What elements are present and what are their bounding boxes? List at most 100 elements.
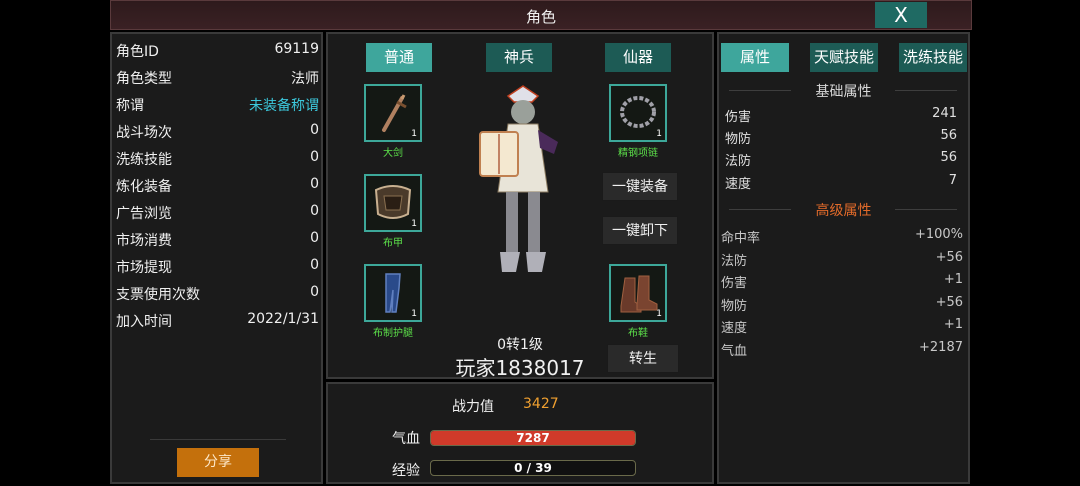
rebirth-button[interactable]: 转生	[607, 344, 679, 373]
equip-all-button[interactable]: 一键装备	[602, 172, 678, 201]
boots-slot[interactable]: 1	[609, 264, 667, 322]
attribute-key: 命中率	[721, 231, 761, 246]
attribute-key: 速度	[721, 321, 748, 336]
profile-panel: 角色ID 69119 角色类型 法师 称谓 未装备称谓 战斗场次 0 洗练技能 0 炼化装…	[110, 32, 323, 484]
attribute-row: 速度 +1	[721, 315, 963, 336]
profile-key: 市场提现	[116, 260, 172, 276]
close-button[interactable]: X	[875, 2, 927, 28]
equipment-panel: 普通 神兵 仙器 1 大剑 1 布甲 1 布制护腿 1 精钢项链 一键装备 一键…	[326, 32, 714, 380]
attribute-row: 法防 +56	[721, 248, 963, 269]
profile-row: 支票使用次数 0	[116, 281, 319, 303]
profile-key: 支票使用次数	[116, 287, 200, 303]
divider	[895, 90, 957, 91]
hp-value: 7287	[516, 431, 550, 445]
item-count: 1	[411, 309, 417, 319]
attribute-value: +100%	[914, 227, 963, 242]
unequip-all-button[interactable]: 一键卸下	[602, 216, 678, 245]
divider	[895, 209, 957, 210]
profile-row: 角色类型 法师	[116, 65, 319, 87]
attributes-panel: 属性 天赋技能 洗练技能 基础属性 伤害 241 物防 56 法防 56 速度 7 高级…	[717, 32, 970, 484]
weapon-slot[interactable]: 1	[364, 84, 422, 142]
tab-talent-skills[interactable]: 天赋技能	[810, 43, 878, 72]
attribute-key: 伤害	[725, 110, 752, 125]
item-count: 1	[656, 129, 662, 139]
exp-label: 经验	[392, 463, 420, 479]
attribute-value: +2187	[919, 340, 963, 355]
attribute-row: 物防 56	[725, 126, 957, 147]
profile-key: 称谓	[116, 98, 144, 114]
attribute-row: 气血 +2187	[721, 338, 963, 359]
attribute-value: 7	[948, 173, 957, 188]
attribute-row: 命中率 +100%	[721, 225, 963, 246]
profile-key: 炼化装备	[116, 179, 172, 195]
profile-value: 0	[310, 257, 319, 273]
attribute-row: 伤害 +1	[721, 270, 963, 291]
profile-key: 角色ID	[116, 44, 159, 60]
tab-attributes[interactable]: 属性	[721, 43, 789, 72]
advanced-attributes-title: 高级属性	[815, 203, 872, 219]
attribute-row: 物防 +56	[721, 293, 963, 314]
attribute-key: 法防	[721, 254, 748, 269]
profile-value: 0	[310, 230, 319, 246]
slot-label: 布甲	[383, 238, 403, 249]
profile-value: 0	[310, 176, 319, 192]
profile-key: 市场消费	[116, 233, 172, 249]
profile-key: 战斗场次	[116, 125, 172, 141]
attribute-value: +56	[935, 295, 963, 310]
share-button[interactable]: 分享	[177, 448, 259, 477]
exp-value: 0 / 39	[514, 461, 552, 475]
profile-row: 炼化装备 0	[116, 173, 319, 195]
item-count: 1	[411, 129, 417, 139]
attribute-value: 56	[940, 128, 957, 143]
title-bar: 角色 X	[110, 0, 972, 30]
profile-value: 2022/1/31	[247, 311, 319, 327]
attribute-value: 241	[932, 106, 957, 121]
attribute-key: 物防	[721, 299, 748, 314]
profile-value: 0	[310, 284, 319, 300]
leggings-slot[interactable]: 1	[364, 264, 422, 322]
profile-row: 称谓 未装备称谓	[116, 92, 319, 114]
profile-key: 加入时间	[116, 314, 172, 330]
profile-row: 加入时间 2022/1/31	[116, 308, 319, 330]
power-label: 战力值	[452, 399, 494, 415]
attribute-key: 物防	[725, 132, 752, 147]
power-value: 3427	[523, 396, 559, 412]
hp-bar: 7287	[430, 430, 636, 446]
attribute-value: +56	[935, 250, 963, 265]
tab-refine-skills[interactable]: 洗练技能	[899, 43, 967, 72]
window-title: 角色	[525, 8, 556, 26]
item-count: 1	[411, 219, 417, 229]
attribute-key: 气血	[721, 344, 748, 359]
profile-row: 洗练技能 0	[116, 146, 319, 168]
slot-label: 精钢项链	[618, 148, 658, 159]
title-link[interactable]: 未装备称谓	[249, 95, 319, 115]
hp-label: 气血	[392, 431, 420, 447]
profile-value: 法师	[291, 71, 319, 87]
profile-value: 0	[310, 203, 319, 219]
character-figure	[479, 85, 558, 272]
profile-row: 战斗场次 0	[116, 119, 319, 141]
attribute-row: 法防 56	[725, 148, 957, 169]
tab-divine-weapon[interactable]: 神兵	[486, 43, 552, 72]
slot-label: 布鞋	[628, 328, 648, 339]
attribute-key: 伤害	[721, 276, 748, 291]
profile-key: 角色类型	[116, 71, 172, 87]
profile-row: 市场提现 0	[116, 254, 319, 276]
status-panel: 战力值 3427 气血 7287 经验 0 / 39	[326, 382, 714, 484]
attribute-key: 法防	[725, 154, 752, 169]
exp-bar: 0 / 39	[430, 460, 636, 476]
item-count: 1	[656, 309, 662, 319]
profile-value: 0	[310, 149, 319, 165]
attribute-value: 56	[940, 150, 957, 165]
armor-slot[interactable]: 1	[364, 174, 422, 232]
attribute-key: 速度	[725, 177, 752, 192]
slot-label: 大剑	[383, 148, 403, 159]
necklace-slot[interactable]: 1	[609, 84, 667, 142]
profile-key: 广告浏览	[116, 206, 172, 222]
player-name: 玩家1838017	[455, 356, 585, 380]
rebirth-level: 0转1级	[497, 337, 543, 353]
profile-value: 0	[310, 122, 319, 138]
tab-normal[interactable]: 普通	[366, 43, 432, 72]
tab-immortal-artifact[interactable]: 仙器	[605, 43, 671, 72]
profile-row: 市场消费 0	[116, 227, 319, 249]
